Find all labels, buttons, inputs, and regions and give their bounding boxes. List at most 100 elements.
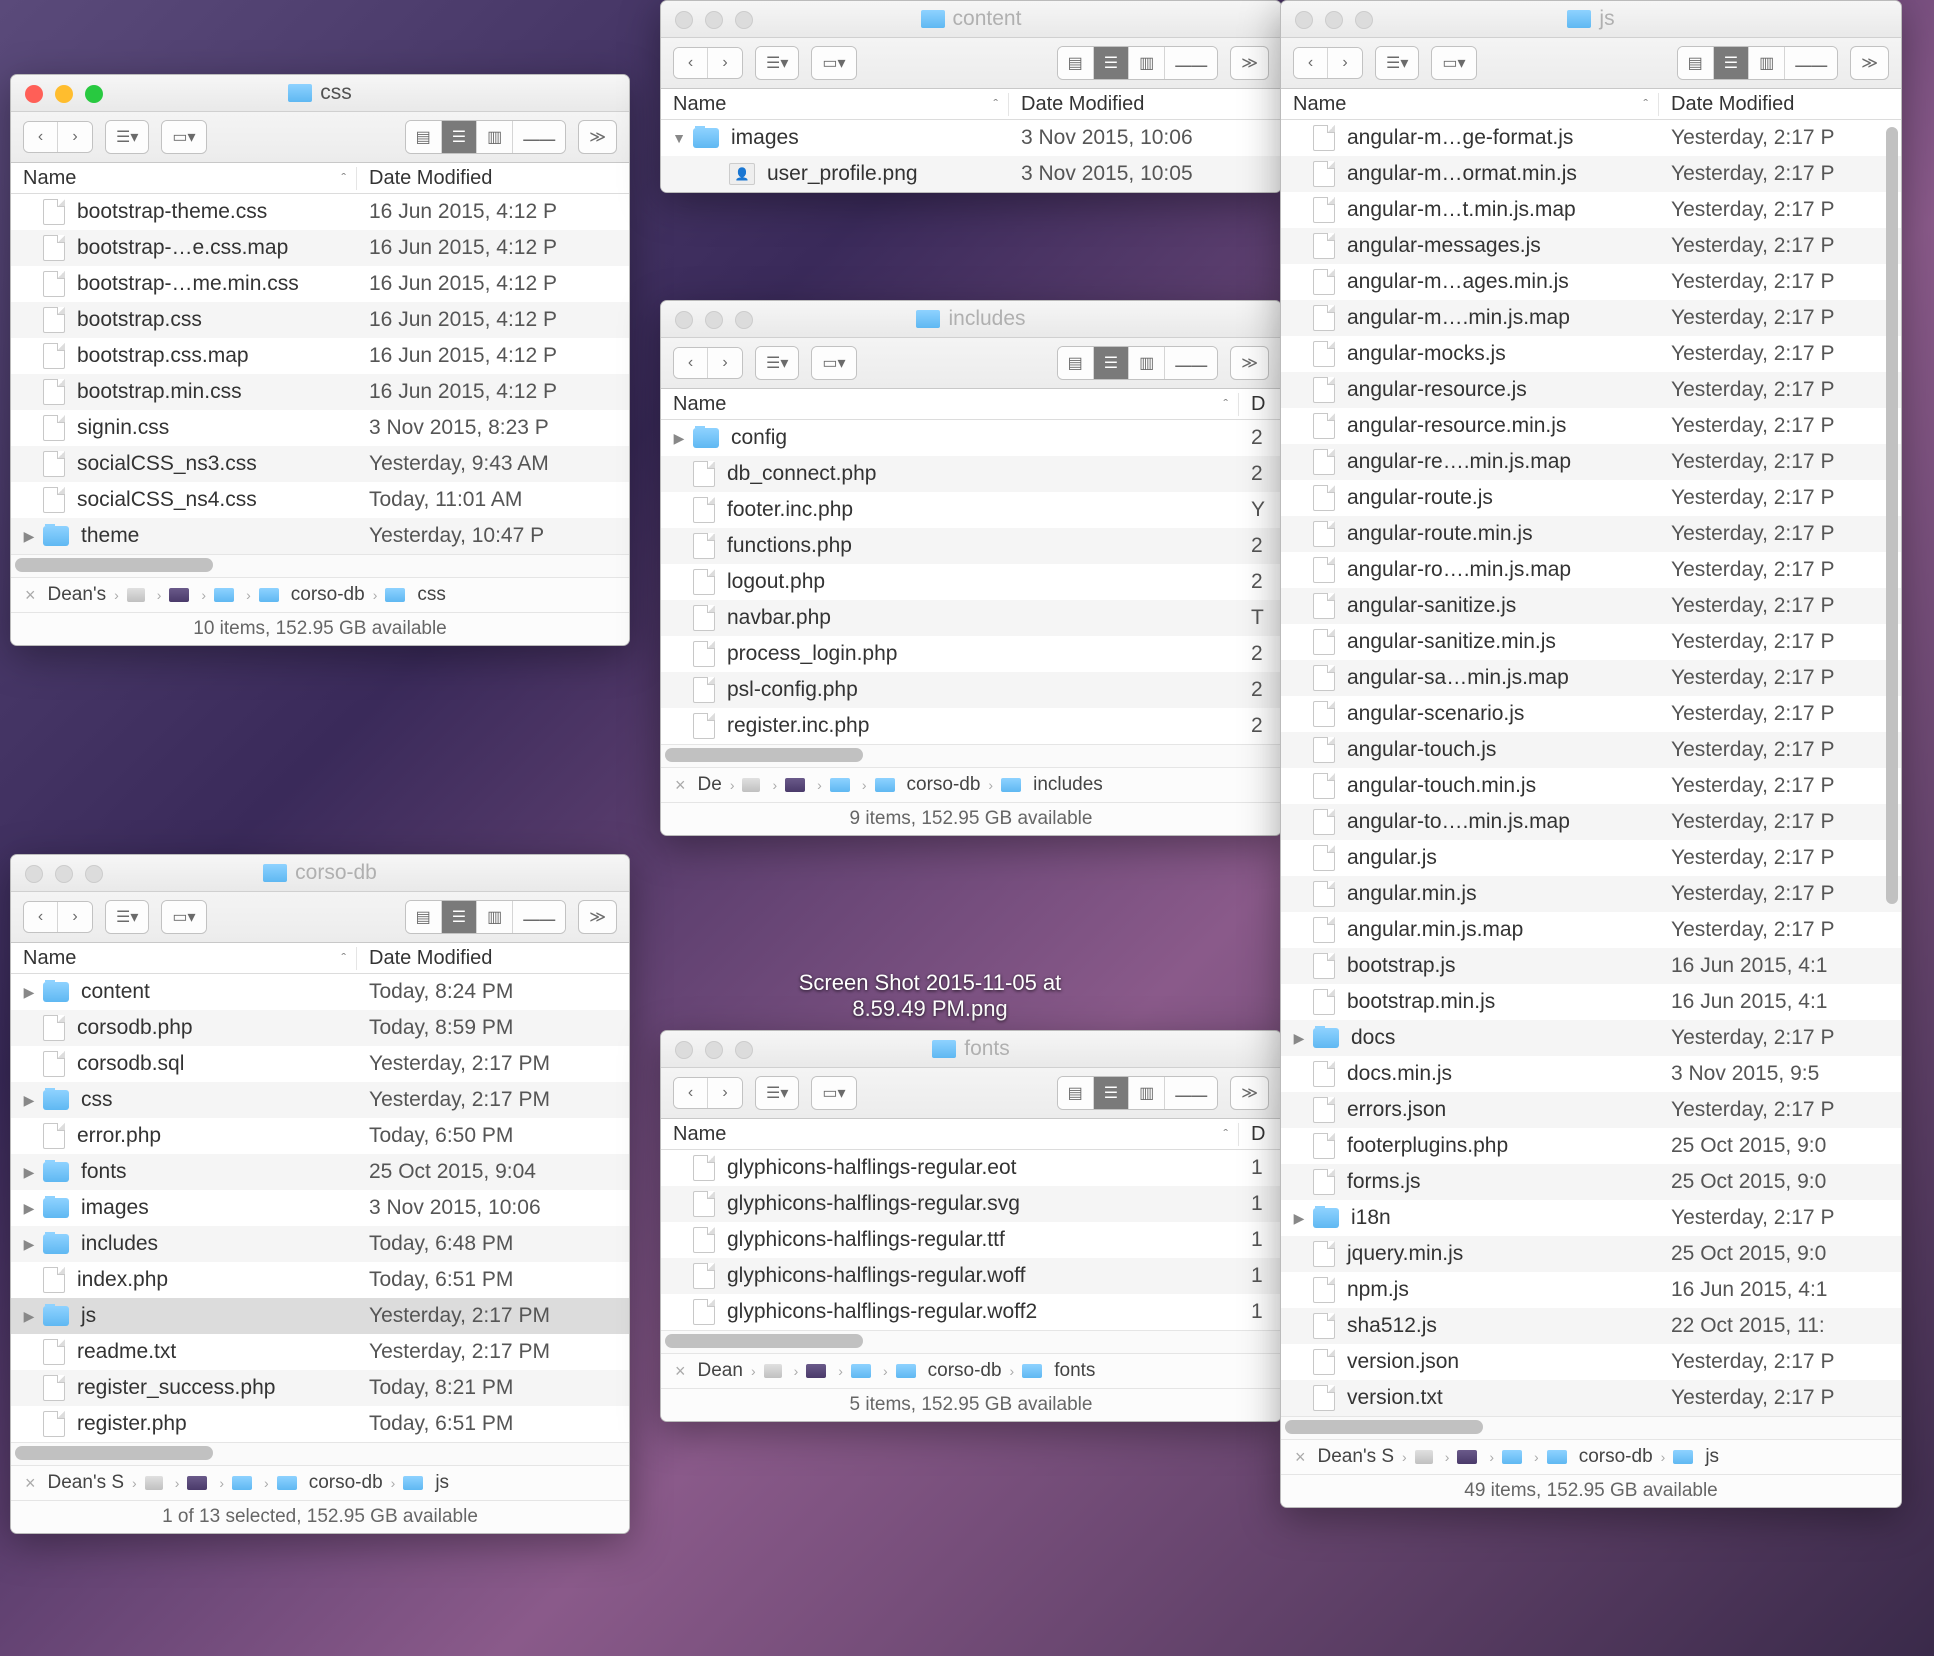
- column-header[interactable]: Nameˆ D: [661, 389, 1281, 420]
- path-root[interactable]: Dean's S: [1318, 1446, 1395, 1468]
- coverflow-view-button[interactable]: ⎼⎼: [1785, 47, 1837, 79]
- finder-window-fonts[interactable]: fonts ‹› ☰▾ ▭▾ ▤☰▥⎼⎼ ≫ Nameˆ D glyphicon…: [660, 1030, 1282, 1422]
- file-row[interactable]: version.txtYesterday, 2:17 P: [1281, 1380, 1901, 1416]
- path-segment[interactable]: corso-db: [907, 774, 981, 796]
- column-header[interactable]: Nameˆ Date Modified: [11, 163, 629, 194]
- titlebar[interactable]: fonts: [661, 1031, 1281, 1068]
- forward-button[interactable]: ›: [708, 48, 742, 78]
- path-segment[interactable]: corso-db: [928, 1360, 1002, 1382]
- date-header[interactable]: D: [1239, 393, 1281, 416]
- desktop-file[interactable]: Screen Shot 2015-11-05 at 8.59.49 PM.png: [780, 970, 1080, 1022]
- column-header[interactable]: Nameˆ Date Modified: [11, 943, 629, 974]
- date-header[interactable]: D: [1239, 1123, 1281, 1146]
- file-row[interactable]: angular-sanitize.min.jsYesterday, 2:17 P: [1281, 624, 1901, 660]
- disclosure-triangle-icon[interactable]: ▼: [671, 130, 687, 146]
- file-row[interactable]: angular-route.min.jsYesterday, 2:17 P: [1281, 516, 1901, 552]
- file-row[interactable]: angular-route.jsYesterday, 2:17 P: [1281, 480, 1901, 516]
- file-row[interactable]: ▶cssYesterday, 2:17 PM: [11, 1082, 629, 1118]
- file-row[interactable]: functions.php2: [661, 528, 1281, 564]
- arrange-button[interactable]: ▭▾: [812, 47, 855, 79]
- file-row[interactable]: angular-ro….min.js.mapYesterday, 2:17 P: [1281, 552, 1901, 588]
- file-row[interactable]: error.phpToday, 6:50 PM: [11, 1118, 629, 1154]
- file-row[interactable]: bootstrap.css.map16 Jun 2015, 4:12 P: [11, 338, 629, 374]
- view-options-button[interactable]: ☰▾: [756, 347, 798, 379]
- name-header[interactable]: Name: [23, 167, 76, 190]
- column-view-button[interactable]: ▥: [1129, 347, 1165, 379]
- titlebar[interactable]: includes: [661, 301, 1281, 338]
- path-segment[interactable]: js: [1705, 1446, 1719, 1468]
- pathbar-close-icon[interactable]: ×: [671, 1361, 690, 1382]
- file-row[interactable]: npm.js16 Jun 2015, 4:1: [1281, 1272, 1901, 1308]
- disclosure-triangle-icon[interactable]: ▶: [21, 528, 37, 545]
- icon-view-button[interactable]: ▤: [406, 121, 442, 153]
- file-row[interactable]: navbar.phpT: [661, 600, 1281, 636]
- close-button[interactable]: [675, 11, 693, 29]
- disclosure-triangle-icon[interactable]: ▶: [1291, 1210, 1307, 1227]
- file-row[interactable]: angular-touch.jsYesterday, 2:17 P: [1281, 732, 1901, 768]
- file-row[interactable]: angular-touch.min.jsYesterday, 2:17 P: [1281, 768, 1901, 804]
- name-header[interactable]: Name: [673, 93, 726, 116]
- date-header[interactable]: Date Modified: [1659, 93, 1901, 116]
- file-row[interactable]: ▶jsYesterday, 2:17 PM: [11, 1298, 629, 1334]
- minimize-button[interactable]: [1325, 11, 1343, 29]
- forward-button[interactable]: ›: [58, 122, 92, 152]
- back-button[interactable]: ‹: [24, 902, 58, 932]
- view-options-button[interactable]: ☰▾: [756, 1077, 798, 1109]
- file-row[interactable]: forms.js25 Oct 2015, 9:0: [1281, 1164, 1901, 1200]
- date-header[interactable]: Date Modified: [357, 167, 629, 190]
- titlebar[interactable]: corso-db: [11, 855, 629, 892]
- maximize-button[interactable]: [85, 865, 103, 883]
- coverflow-view-button[interactable]: ⎼⎼: [513, 121, 565, 153]
- column-header[interactable]: Nameˆ D: [661, 1119, 1281, 1150]
- path-root[interactable]: Dean: [698, 1360, 743, 1382]
- view-options-button[interactable]: ☰▾: [756, 47, 798, 79]
- disclosure-triangle-icon[interactable]: ▶: [21, 1164, 37, 1181]
- path-bar[interactable]: × Dean › › › ›corso-db ›fonts: [661, 1353, 1281, 1388]
- path-bar[interactable]: × Dean's › › › ›corso-db ›css: [11, 577, 629, 612]
- file-row[interactable]: ▶fonts25 Oct 2015, 9:04: [11, 1154, 629, 1190]
- file-row[interactable]: ▶config2: [661, 420, 1281, 456]
- finder-window-css[interactable]: css ‹ › ☰▾ ▭▾ ▤ ☰ ▥ ⎼⎼ ≫ Nameˆ Date Modi…: [10, 74, 630, 646]
- coverflow-view-button[interactable]: ⎼⎼: [513, 901, 565, 933]
- path-segment[interactable]: includes: [1033, 774, 1103, 796]
- file-row[interactable]: angular-m….min.js.mapYesterday, 2:17 P: [1281, 300, 1901, 336]
- file-row[interactable]: glyphicons-halflings-regular.ttf1: [661, 1222, 1281, 1258]
- back-button[interactable]: ‹: [1294, 48, 1328, 78]
- horizontal-scrollbar[interactable]: [11, 554, 629, 577]
- path-bar[interactable]: × De › › › ›corso-db ›includes: [661, 767, 1281, 802]
- disclosure-triangle-icon[interactable]: ▶: [21, 984, 37, 1001]
- user-icon[interactable]: [169, 588, 189, 602]
- minimize-button[interactable]: [55, 85, 73, 103]
- pathbar-close-icon[interactable]: ×: [671, 775, 690, 796]
- back-button[interactable]: ‹: [674, 348, 708, 378]
- file-row[interactable]: angular-m…ages.min.jsYesterday, 2:17 P: [1281, 264, 1901, 300]
- file-row[interactable]: bootstrap.min.css16 Jun 2015, 4:12 P: [11, 374, 629, 410]
- file-row[interactable]: bootstrap.min.js16 Jun 2015, 4:1: [1281, 984, 1901, 1020]
- file-row[interactable]: jquery.min.js25 Oct 2015, 9:0: [1281, 1236, 1901, 1272]
- column-view-button[interactable]: ▥: [1129, 47, 1165, 79]
- minimize-button[interactable]: [705, 311, 723, 329]
- more-button[interactable]: ≫: [578, 120, 617, 154]
- list-view-button[interactable]: ☰: [1714, 47, 1749, 79]
- file-row[interactable]: psl-config.php2: [661, 672, 1281, 708]
- file-row[interactable]: register_success.phpToday, 8:21 PM: [11, 1370, 629, 1406]
- file-row[interactable]: ▶themeYesterday, 10:47 P: [11, 518, 629, 554]
- file-row[interactable]: ▶images3 Nov 2015, 10:06: [11, 1190, 629, 1226]
- icon-view-button[interactable]: ▤: [1678, 47, 1714, 79]
- disclosure-triangle-icon[interactable]: ▶: [1291, 1030, 1307, 1047]
- file-row[interactable]: sha512.js22 Oct 2015, 11:: [1281, 1308, 1901, 1344]
- file-row[interactable]: angular-resource.min.jsYesterday, 2:17 P: [1281, 408, 1901, 444]
- file-row[interactable]: angular-scenario.jsYesterday, 2:17 P: [1281, 696, 1901, 732]
- path-root[interactable]: Dean's: [48, 584, 107, 606]
- file-row[interactable]: angular-to….min.js.mapYesterday, 2:17 P: [1281, 804, 1901, 840]
- date-header[interactable]: Date Modified: [357, 947, 629, 970]
- file-row[interactable]: corsodb.sqlYesterday, 2:17 PM: [11, 1046, 629, 1082]
- file-row[interactable]: angular-resource.jsYesterday, 2:17 P: [1281, 372, 1901, 408]
- file-row[interactable]: readme.txtYesterday, 2:17 PM: [11, 1334, 629, 1370]
- path-root[interactable]: Dean's S: [48, 1472, 125, 1494]
- file-row[interactable]: angular-m…ge-format.jsYesterday, 2:17 P: [1281, 120, 1901, 156]
- file-list[interactable]: glyphicons-halflings-regular.eot1glyphic…: [661, 1150, 1281, 1330]
- maximize-button[interactable]: [1355, 11, 1373, 29]
- name-header[interactable]: Name: [673, 393, 726, 416]
- titlebar[interactable]: css: [11, 75, 629, 112]
